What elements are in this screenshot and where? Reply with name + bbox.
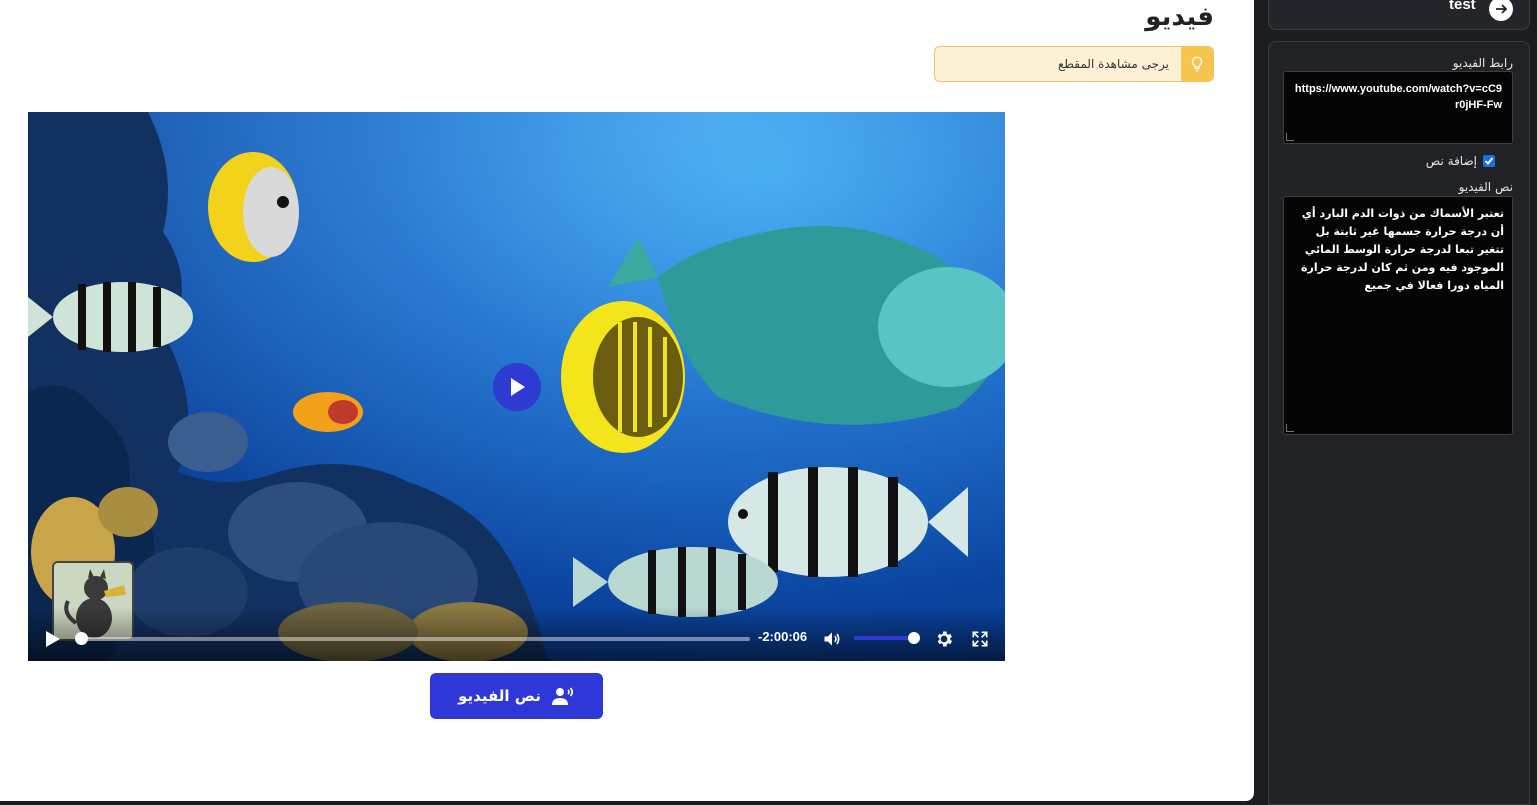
- video-text-value: تعتبر الأسماك من ذوات الدم البارد أي أن …: [1301, 207, 1504, 292]
- volume-handle[interactable]: [908, 632, 920, 644]
- fullscreen-icon[interactable]: [970, 629, 990, 649]
- hint-banner: يرجى مشاهدة المقطع: [934, 46, 1214, 82]
- video-text-field[interactable]: تعتبر الأسماك من ذوات الدم البارد أي أن …: [1283, 196, 1513, 435]
- play-icon: [511, 378, 525, 396]
- volume-icon[interactable]: [822, 629, 842, 649]
- main-content: فيديو يرجى مشاهدة المقطع -2:00:06 نص الف…: [0, 0, 1254, 801]
- hint-text: يرجى مشاهدة المقطع: [1058, 57, 1169, 71]
- add-text-option: إضافة نص: [1426, 154, 1495, 168]
- video-transcript-button-label: نص الفيديو: [458, 687, 541, 705]
- add-text-checkbox[interactable]: [1483, 155, 1495, 167]
- checkmark-icon: [1484, 157, 1494, 165]
- play-button-large[interactable]: [493, 363, 541, 411]
- play-icon[interactable]: [44, 630, 62, 648]
- time-remaining: -2:00:06: [758, 629, 808, 644]
- resize-handle[interactable]: [1286, 424, 1294, 432]
- video-player[interactable]: -2:00:06: [28, 112, 1005, 661]
- arrow-right-icon[interactable]: [1489, 0, 1513, 21]
- lightbulb-icon: [1181, 47, 1213, 81]
- video-transcript-button[interactable]: نص الفيديو: [430, 673, 603, 719]
- seek-handle[interactable]: [75, 632, 88, 645]
- video-url-field[interactable]: https://www.youtube.com/watch?v=cC9r0jHF…: [1283, 71, 1513, 144]
- gear-icon[interactable]: [934, 629, 954, 649]
- add-text-label: إضافة نص: [1425, 154, 1477, 168]
- sidebar-top-card: test: [1268, 0, 1530, 30]
- sidebar-panel: رابط الفيديو https://www.youtube.com/wat…: [1268, 41, 1530, 805]
- url-label: رابط الفيديو: [1452, 56, 1513, 70]
- page-title: فيديو: [1145, 2, 1214, 32]
- seek-bar[interactable]: [78, 637, 750, 641]
- resize-handle[interactable]: [1286, 133, 1294, 141]
- video-controls-bar: -2:00:06: [28, 607, 1005, 661]
- volume-slider[interactable]: [854, 636, 916, 640]
- video-url-value: https://www.youtube.com/watch?v=cC9r0jHF…: [1294, 83, 1502, 111]
- video-text-label: نص الفيديو: [1458, 180, 1513, 194]
- top-card-title: test: [1449, 0, 1476, 13]
- speaking-user-icon: [551, 687, 573, 705]
